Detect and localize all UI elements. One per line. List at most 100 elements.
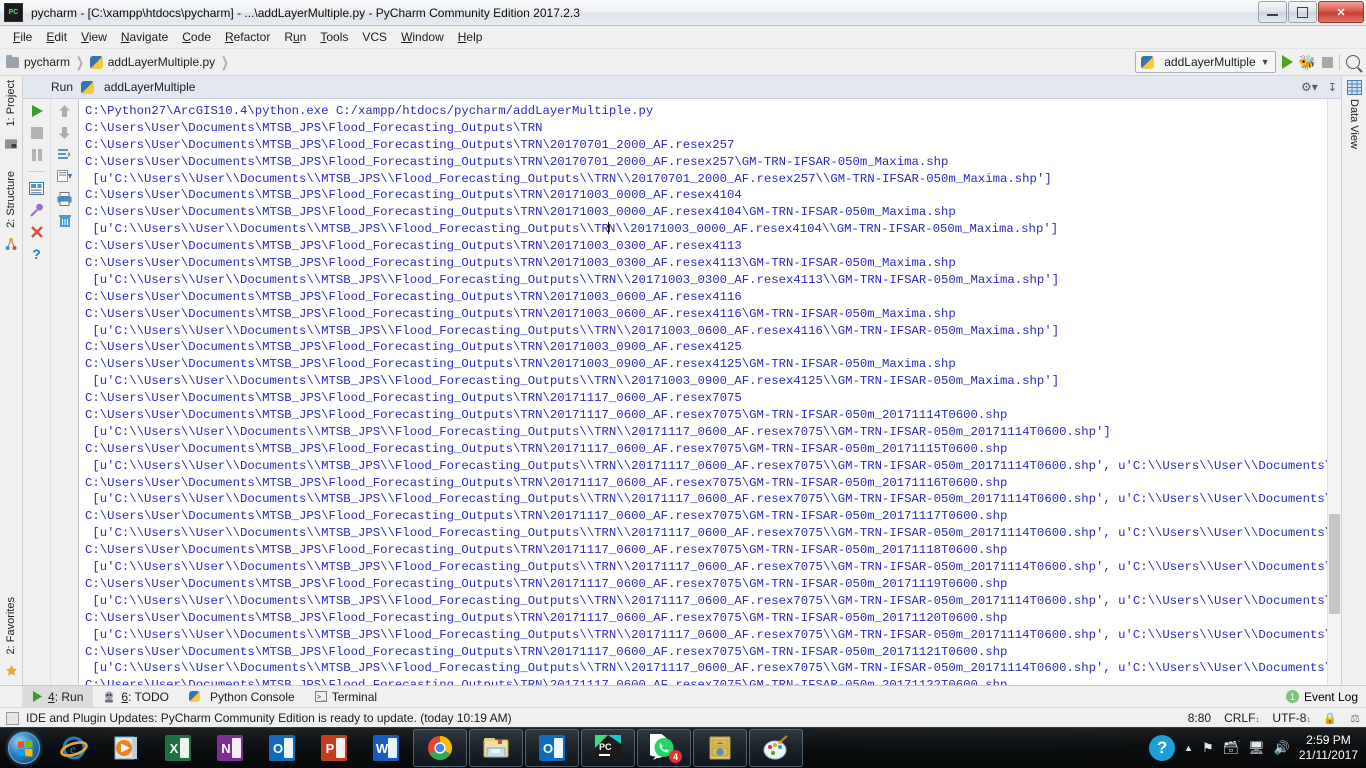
up-arrow-icon[interactable] — [57, 103, 73, 119]
sidebar-item-favorites[interactable]: 2: Favorites — [0, 593, 22, 662]
pycharm-logo-icon: PC — [4, 3, 23, 22]
action-flag-icon[interactable]: ⚑ — [1202, 740, 1214, 756]
rerun-icon[interactable] — [29, 103, 45, 119]
chevron-down-icon: ▼ — [1260, 57, 1270, 67]
run-button[interactable] — [1281, 55, 1293, 69]
console-line: C:\Users\User\Documents\MTSB_JPS\Flood_F… — [85, 576, 1008, 591]
taskbar-filing-cabinet[interactable] — [693, 729, 747, 767]
menu-file[interactable]: File — [6, 28, 39, 46]
menu-vcs[interactable]: VCS — [355, 28, 394, 46]
console-scrollbar-thumb[interactable] — [1329, 514, 1340, 614]
tab-python-console[interactable]: Python Console — [179, 686, 305, 707]
terminal-icon: >_ — [314, 691, 327, 702]
console-scrollbar[interactable] — [1327, 99, 1341, 685]
taskbar-media-player[interactable] — [100, 730, 152, 766]
menu-help[interactable]: Help — [451, 28, 490, 46]
taskbar-paint[interactable] — [749, 729, 803, 767]
print-icon[interactable] — [57, 191, 73, 207]
menu-navigate[interactable]: Navigate — [114, 28, 175, 46]
search-everywhere-icon[interactable] — [1346, 55, 1360, 69]
minimize-button[interactable] — [1258, 1, 1287, 23]
sidebar-item-project[interactable]: 1: Project — [0, 76, 22, 134]
print-console-icon[interactable] — [29, 180, 45, 196]
menu-view[interactable]: View — [74, 28, 114, 46]
tool-window-tab-bar: 4: Run 6: TODO Python Console >_ Termina… — [0, 685, 1366, 707]
run-configuration-selector[interactable]: addLayerMultiple ▼ — [1135, 51, 1276, 73]
console-line: C:\Users\User\Documents\MTSB_JPS\Flood_F… — [85, 256, 956, 271]
inspector-icon[interactable]: ⚖ — [1350, 712, 1360, 725]
menu-edit[interactable]: Edit — [39, 28, 74, 46]
export-icon[interactable]: ↧ — [1328, 81, 1337, 94]
debug-button[interactable]: 🐝 — [1299, 55, 1316, 69]
event-log-button[interactable]: 1 Event Log — [1285, 690, 1358, 704]
breadcrumb-file[interactable]: addLayerMultiple.py — [89, 55, 215, 69]
close-button[interactable]: ✕ — [1318, 1, 1364, 23]
help-icon[interactable]: ? — [29, 246, 45, 262]
taskbar-internet-explorer[interactable]: e — [48, 730, 100, 766]
menu-run[interactable]: Run — [277, 28, 313, 46]
clock[interactable]: 2:59 PM 21/11/2017 — [1299, 733, 1358, 763]
menu-refactor[interactable]: Refactor — [218, 28, 277, 46]
taskbar-pycharm[interactable]: PC — [581, 729, 635, 767]
status-message[interactable]: IDE and Plugin Updates: PyCharm Communit… — [26, 711, 512, 725]
menu-tools[interactable]: Tools — [313, 28, 355, 46]
menu-window[interactable]: Window — [394, 28, 451, 46]
taskbar-chrome[interactable] — [413, 729, 467, 767]
run-tab-addlayermultiple[interactable]: addLayerMultiple — [81, 80, 195, 94]
breadcrumb-pycharm[interactable]: pycharm — [6, 54, 70, 69]
system-tray: ? ▲ ⚑ 🗃 🖥 🔊 2:59 PM 21/11/2017 — [1149, 728, 1366, 768]
lock-icon[interactable]: 🔒 — [1323, 712, 1337, 725]
console-line: [u'C:\\Users\\User\\Documents\\MTSB_JPS\… — [85, 272, 1060, 287]
taskbar-onenote[interactable]: N — [204, 730, 256, 766]
taskbar-word[interactable]: W — [360, 730, 412, 766]
run-window-header: Run addLayerMultiple ⚙▾ ↧ — [23, 76, 1341, 99]
console-line: [u'C:\\Users\\User\\Documents\\MTSB_JPS\… — [85, 627, 1341, 642]
close-icon[interactable] — [29, 224, 45, 240]
taskbar-file-explorer[interactable] — [469, 729, 523, 767]
trash-icon[interactable] — [57, 213, 73, 229]
taskbar-whatsapp[interactable]: 4 — [637, 729, 691, 767]
breadcrumb-separator-icon: ❯ — [220, 53, 230, 70]
volume-icon[interactable]: 🔊 — [1274, 740, 1290, 756]
stop-button[interactable] — [1322, 56, 1333, 68]
taskbar-outlook[interactable]: O — [256, 730, 308, 766]
console-line: C:\Users\User\Documents\MTSB_JPS\Flood_F… — [85, 677, 1341, 685]
tab-label: 6: TODO — [121, 689, 169, 704]
start-button[interactable] — [0, 729, 48, 767]
stop-icon[interactable] — [29, 125, 45, 141]
tab-todo[interactable]: 6: TODO — [93, 686, 179, 707]
status-bar: IDE and Plugin Updates: PyCharm Communit… — [0, 707, 1366, 728]
taskbar-powerpoint[interactable]: P — [308, 730, 360, 766]
menu-code[interactable]: Code — [175, 28, 218, 46]
pause-icon[interactable] — [29, 147, 45, 163]
excel-icon: X — [165, 735, 191, 761]
run-console[interactable]: C:\Python27\ArcGIS10.4\python.exe C:/xam… — [79, 99, 1341, 685]
tab-terminal[interactable]: >_ Terminal — [305, 686, 387, 707]
down-arrow-icon[interactable] — [57, 125, 73, 141]
caret-position[interactable]: 8:80 — [1188, 711, 1211, 725]
show-hidden-icons-icon[interactable]: ▲ — [1184, 743, 1193, 753]
tab-run[interactable]: 4: Run — [22, 686, 94, 707]
tab-label: Python Console — [209, 689, 295, 704]
safely-remove-icon[interactable]: 🗃 — [1223, 740, 1240, 756]
attach-icon[interactable] — [29, 202, 45, 218]
maximize-restore-button[interactable] — [1288, 1, 1317, 23]
line-separator[interactable]: CRLF↕ — [1224, 711, 1259, 725]
file-encoding[interactable]: UTF-8↕ — [1272, 711, 1310, 725]
console-line: C:\Users\User\Documents\MTSB_JPS\Flood_F… — [85, 509, 1008, 524]
network-icon[interactable]: 🖥 — [1248, 740, 1265, 756]
gear-icon[interactable]: ⚙▾ — [1301, 80, 1318, 94]
console-line: C:\Users\User\Documents\MTSB_JPS\Flood_F… — [85, 205, 956, 220]
action-center-icon[interactable]: ? — [1149, 735, 1176, 761]
scroll-to-end-icon[interactable] — [57, 169, 73, 185]
console-line: C:\Users\User\Documents\MTSB_JPS\Flood_F… — [85, 120, 543, 135]
windows-taskbar: e X N O P W O PC 4 ? ▲ ⚑ 🗃 🖥 🔊 2:59 PM 2… — [0, 727, 1366, 768]
sidebar-item-structure[interactable]: 2: Structure — [0, 167, 22, 236]
soft-wrap-icon[interactable] — [57, 147, 73, 163]
console-line: [u'C:\\Users\\User\\Documents\\MTSB_JPS\… — [85, 171, 1052, 186]
sidebar-item-data-view[interactable]: Data View — [1342, 95, 1366, 153]
console-line: C:\Users\User\Documents\MTSB_JPS\Flood_F… — [85, 391, 742, 406]
navbar-actions: addLayerMultiple ▼ 🐝 — [1135, 49, 1360, 75]
taskbar-outlook-open[interactable]: O — [525, 729, 579, 767]
taskbar-excel[interactable]: X — [152, 730, 204, 766]
